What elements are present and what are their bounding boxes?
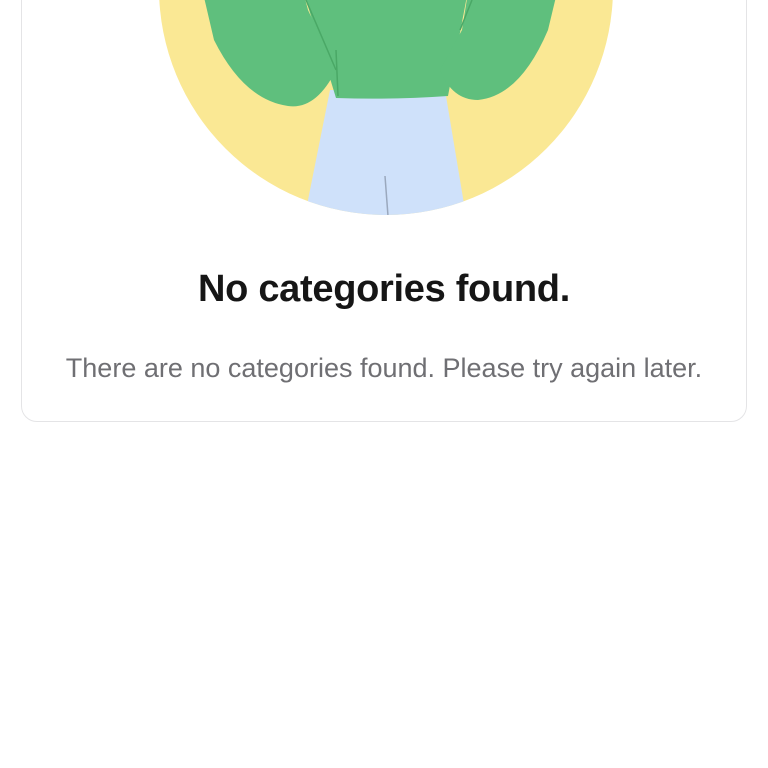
empty-state-title: No categories found. xyxy=(198,268,570,310)
empty-state-message: There are no categories found. Please tr… xyxy=(65,353,703,383)
person-in-circle-illustration xyxy=(159,0,613,215)
page: No categories found. There are no catego… xyxy=(0,0,768,768)
